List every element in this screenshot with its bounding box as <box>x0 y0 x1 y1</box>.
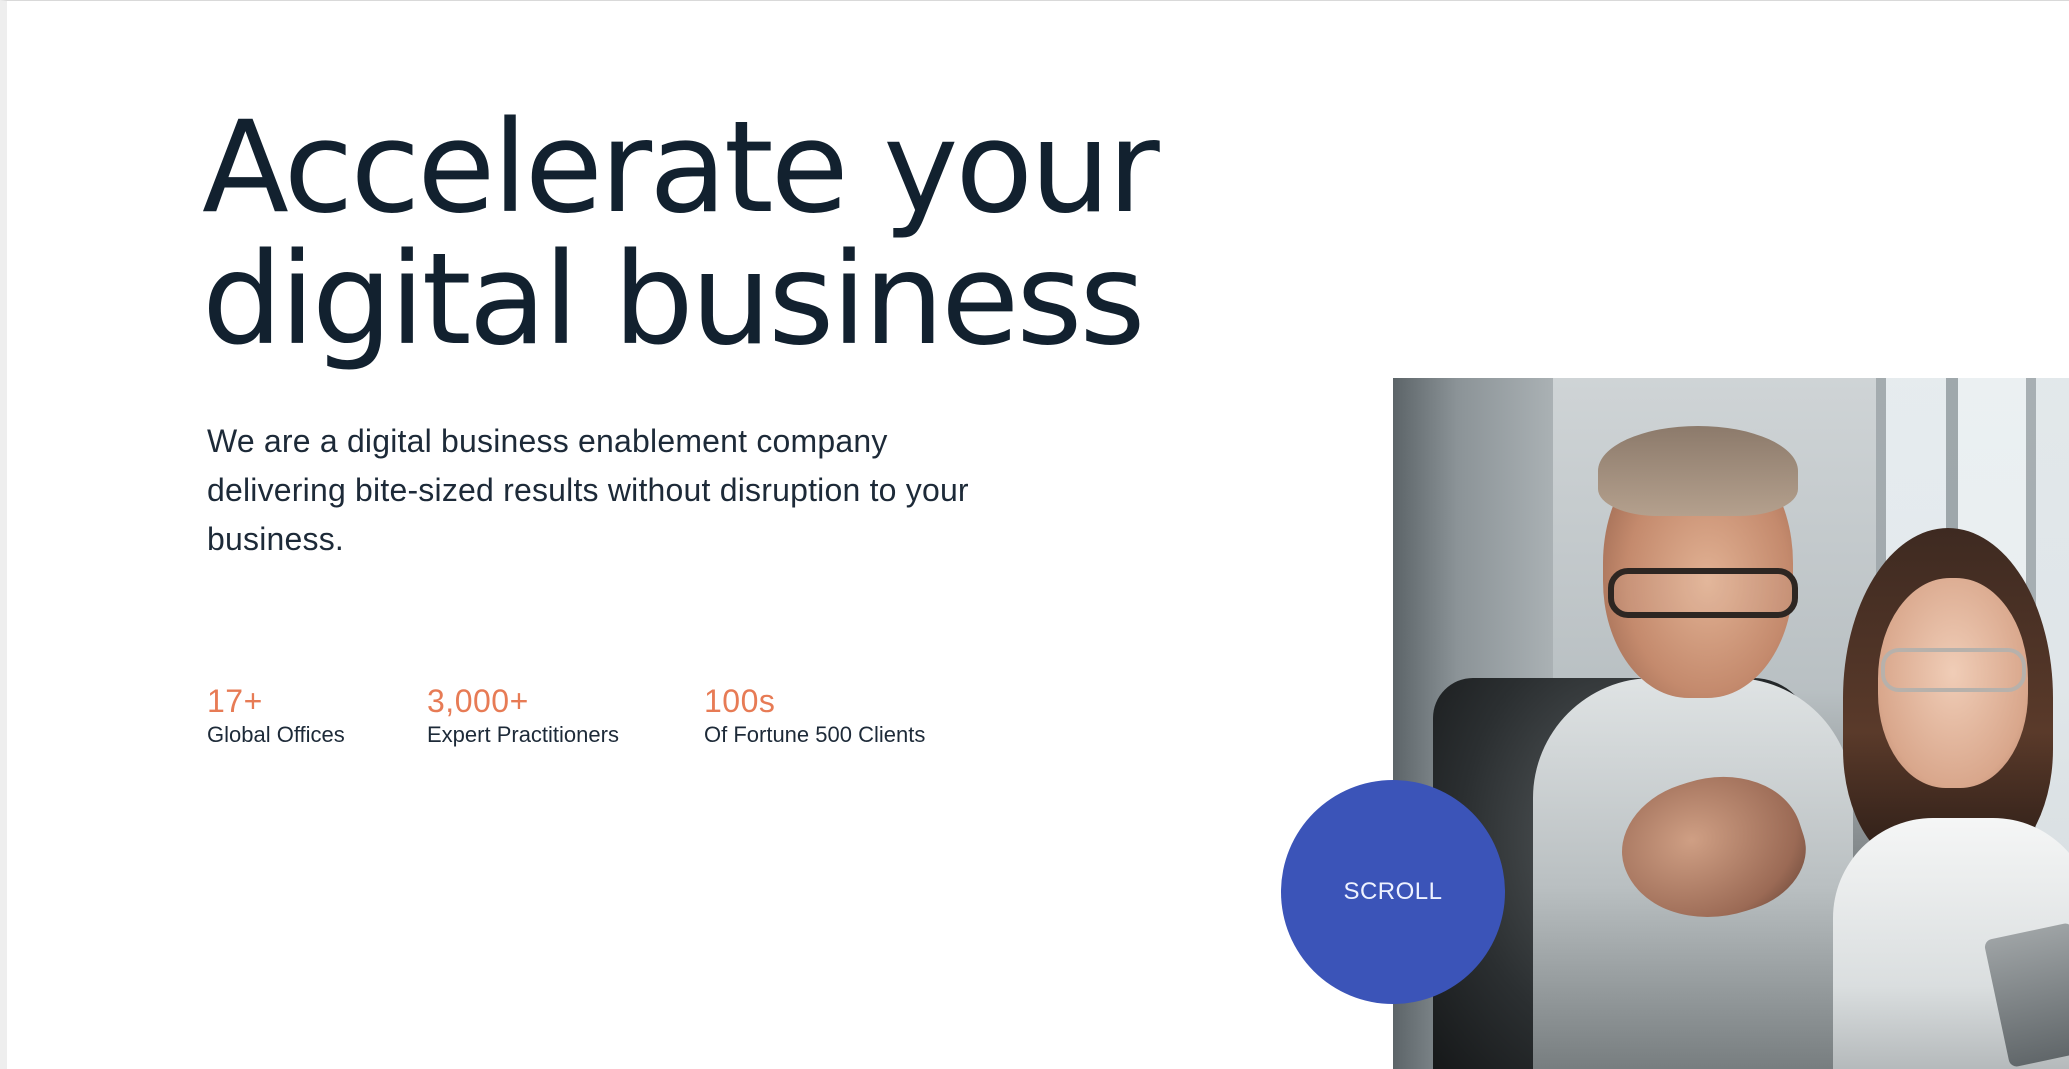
stat-label: Global Offices <box>207 722 345 747</box>
stat-value: 17+ <box>207 683 263 719</box>
stat-expert-practitioners: 3,000+ Expert Practitioners <box>427 681 619 749</box>
hero-headline: Accelerate your digital business <box>202 101 1202 365</box>
stat-label: Expert Practitioners <box>427 722 619 747</box>
scroll-button[interactable]: SCROLL <box>1281 780 1505 1004</box>
photo-person-man <box>1533 418 1853 1069</box>
hero-photo <box>1393 378 2069 1069</box>
stat-value: 100s <box>704 683 776 719</box>
stat-fortune-500-clients: 100s Of Fortune 500 Clients <box>704 681 925 749</box>
stat-global-offices: 17+ Global Offices <box>207 681 345 749</box>
page: Accelerate your digital business We are … <box>0 0 2069 1069</box>
hero-description: We are a digital business enablement com… <box>207 423 969 557</box>
hero-headline-line-1: Accelerate your <box>202 93 1160 241</box>
hero-headline-line-2: digital business <box>202 225 1146 373</box>
man-hair <box>1598 426 1798 516</box>
man-glasses <box>1608 568 1798 618</box>
stat-value: 3,000+ <box>427 683 529 719</box>
woman-glasses <box>1881 648 2026 692</box>
stat-label: Of Fortune 500 Clients <box>704 722 926 747</box>
